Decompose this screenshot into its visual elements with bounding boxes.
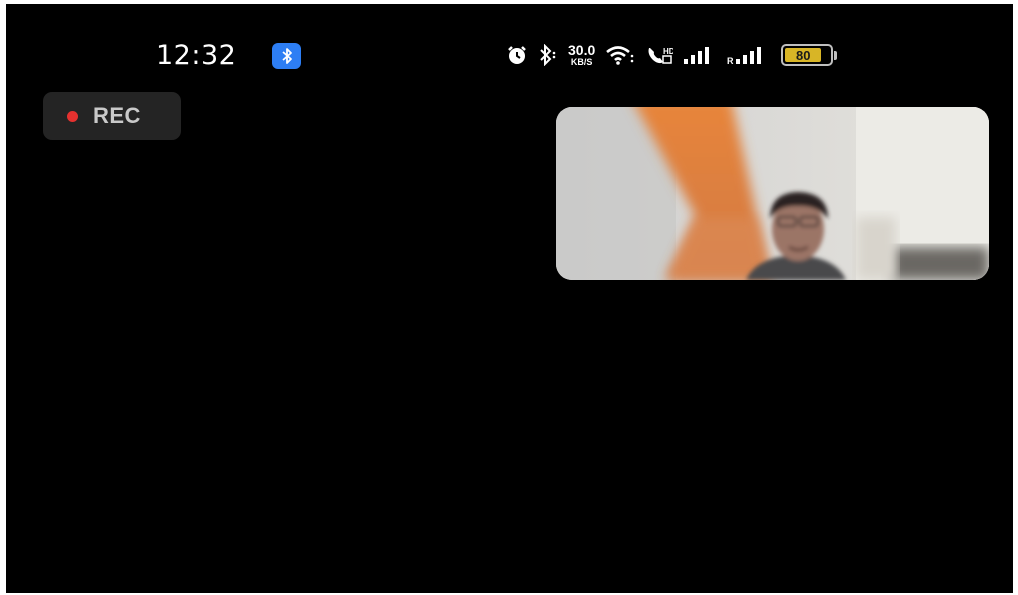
recording-label: REC [93,103,141,128]
recording-indicator[interactable]: REC [43,92,181,140]
bluetooth-icon [538,44,558,66]
volte-label: HD [663,47,673,56]
recording-dot-icon [67,110,78,122]
signal-icon [683,45,717,65]
network-speed-unit: KB/S [570,57,593,67]
network-speed-value: 30.0 [568,42,596,58]
status-icons: 30.0 KB/S HD R 80 [506,38,838,72]
roaming-label: R [727,56,734,65]
network-speed: 30.0 KB/S [568,43,595,67]
roaming-signal-icon: R [727,45,771,65]
status-time: 12:32 [156,40,237,71]
video-frame [556,107,989,280]
wifi-icon [605,44,635,66]
call-screen: 12:32 30.0 KB/S HD R 80 REC [6,4,1013,593]
battery-icon: 80 [781,44,838,66]
battery-level: 80 [785,48,822,63]
volte-call-icon: HD [645,44,673,66]
alarm-icon [506,44,528,66]
bluetooth-notification-icon [272,43,301,69]
self-view-video-preview[interactable] [556,107,989,280]
